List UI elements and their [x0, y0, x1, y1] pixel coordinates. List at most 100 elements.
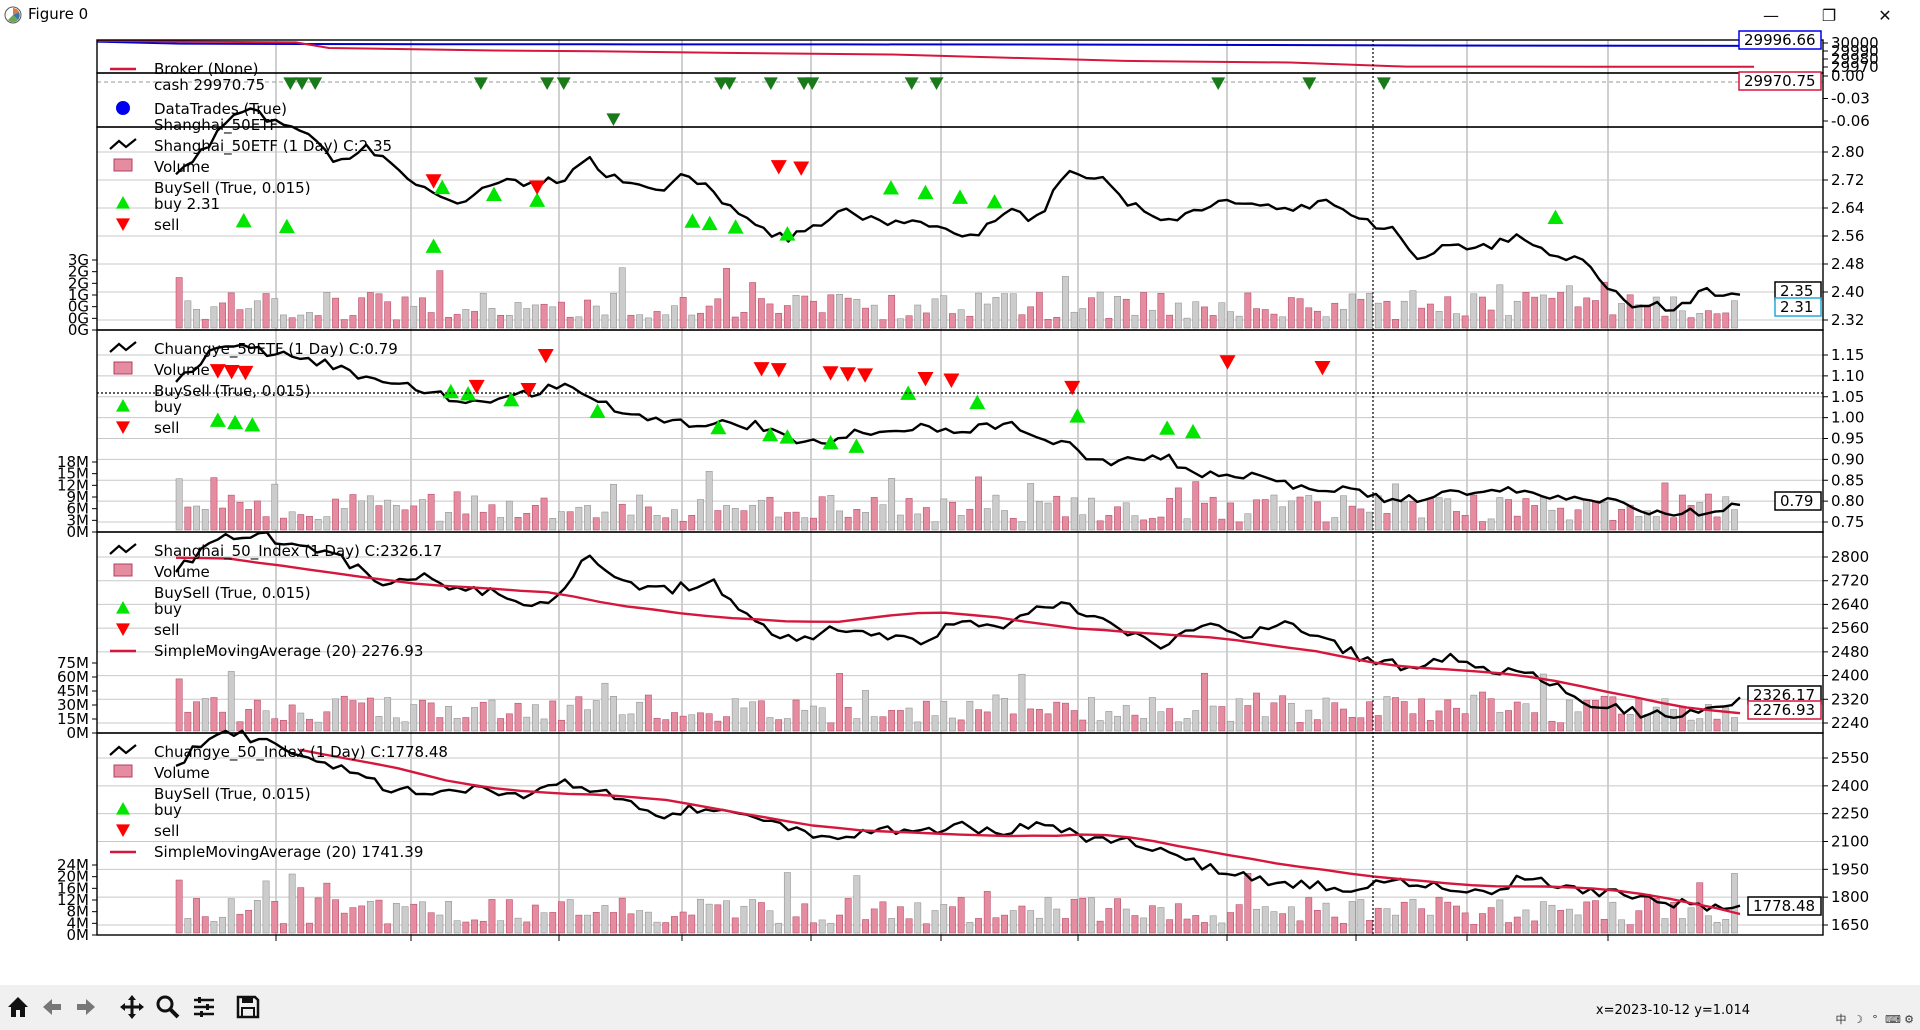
volume-bar [662, 719, 670, 732]
minimize-button[interactable]: — [1748, 0, 1794, 30]
volume-bar [1400, 701, 1408, 732]
volume-bar [610, 292, 617, 329]
y-tick-label: -0.06 [1831, 112, 1870, 130]
volume-bar [1426, 303, 1434, 329]
y-tick-label: 2560 [1831, 619, 1869, 637]
back-icon[interactable] [36, 991, 68, 1023]
legend-item-swatch [113, 764, 133, 778]
volume-bar [1131, 714, 1139, 732]
volume-bar [975, 918, 982, 934]
volume-bar [1331, 302, 1339, 329]
pan-icon[interactable] [116, 991, 148, 1023]
volume-bar [1444, 901, 1452, 934]
legend-item: Volume [154, 158, 210, 176]
volume-bar [757, 499, 765, 531]
volume-bar [1279, 316, 1287, 329]
volume-bar [1322, 316, 1330, 329]
volume-bar [818, 707, 826, 732]
legend-title-swatch [109, 543, 137, 555]
tray-item-ime[interactable]: 中 [1834, 1011, 1848, 1027]
volume-bar [705, 713, 713, 732]
volume-bar [332, 297, 339, 329]
volume-bar [896, 906, 904, 934]
volume-bar [1418, 517, 1426, 531]
volume-bar [1053, 908, 1061, 934]
volume-bar [1227, 720, 1234, 732]
sell-marker [223, 365, 240, 380]
volume-bar [497, 517, 505, 531]
volume-bar [471, 707, 478, 732]
volume-bar [201, 318, 209, 329]
trade-marker [763, 77, 778, 90]
volume-bar [410, 505, 418, 531]
panel-frame [96, 126, 1824, 331]
sell-marker [793, 161, 810, 176]
configure-subplots-icon[interactable] [188, 991, 220, 1023]
home-icon[interactable] [2, 991, 34, 1023]
volume-bar [193, 309, 200, 329]
volume-bar [410, 305, 418, 329]
figure-canvas[interactable]: 30000 29990 29980 29970 0.00 -0.03 -0.06 2.80 2.… [0, 30, 1920, 985]
buy-marker [917, 184, 934, 200]
volume-bar [392, 903, 400, 934]
volume-bar [349, 907, 357, 934]
volume-bar [1400, 901, 1408, 934]
volume-bar [262, 516, 270, 531]
volume-bar [1522, 292, 1530, 329]
volume-bar [1487, 907, 1495, 934]
volume-bar [1131, 915, 1139, 934]
volume-bar [705, 305, 713, 329]
keyboard-icon[interactable]: ⌨ [1885, 1013, 1901, 1026]
legend-item-swatch [116, 802, 130, 815]
buy-marker [701, 215, 718, 231]
legend-cash: cash 29970.75 [154, 76, 265, 94]
volume-bar [558, 719, 565, 732]
volume-bar [818, 919, 826, 934]
volume-bar [1218, 518, 1226, 531]
legend-item-swatch [116, 623, 130, 636]
volume-bar [210, 477, 218, 531]
volume-bar [253, 300, 261, 329]
volume-bar [671, 305, 678, 329]
legend-item-swatch [113, 361, 133, 375]
volume-bar [1539, 294, 1547, 329]
volume-bar [1218, 922, 1226, 934]
volume-tick-label: 0M [67, 926, 90, 944]
volume-bar [1374, 907, 1382, 934]
volume-bar [705, 903, 713, 934]
restore-button[interactable]: ❐ [1806, 0, 1852, 30]
volume-bar [922, 507, 930, 531]
volume-bar [358, 905, 366, 934]
volume-bar [940, 295, 948, 329]
volume-bar [844, 707, 852, 732]
volume-bar [514, 517, 522, 531]
volume-bar [731, 698, 739, 732]
volume-bar [1383, 696, 1391, 732]
y-tick-label: 1.00 [1831, 409, 1864, 427]
volume-bar [1166, 498, 1174, 531]
settings-icon[interactable]: ⚙ [1902, 1013, 1916, 1026]
zoom-icon[interactable] [152, 991, 184, 1023]
volume-bar [436, 270, 444, 329]
legend-item: sell [154, 216, 179, 234]
volume-bar [801, 295, 809, 329]
buy-marker [882, 180, 899, 195]
volume-bar [210, 306, 218, 329]
volume-bar [1644, 305, 1651, 329]
tray-item-degree[interactable]: ° [1868, 1013, 1882, 1026]
save-icon[interactable] [232, 991, 264, 1023]
volume-bar [462, 309, 470, 329]
volume-bar [870, 908, 878, 934]
volume-bar [1522, 703, 1530, 732]
volume-bar [1687, 719, 1695, 732]
tray-item-moon[interactable]: ☽ [1851, 1013, 1865, 1026]
volume-bar [349, 315, 357, 329]
volume-bar [358, 297, 366, 329]
volume-bar [792, 916, 800, 934]
volume-bar [523, 308, 531, 329]
forward-icon[interactable] [70, 991, 102, 1023]
volume-bar [1505, 499, 1512, 531]
volume-bar [1174, 903, 1182, 934]
volume-bar [801, 903, 809, 934]
close-window-button[interactable]: ✕ [1862, 0, 1908, 30]
